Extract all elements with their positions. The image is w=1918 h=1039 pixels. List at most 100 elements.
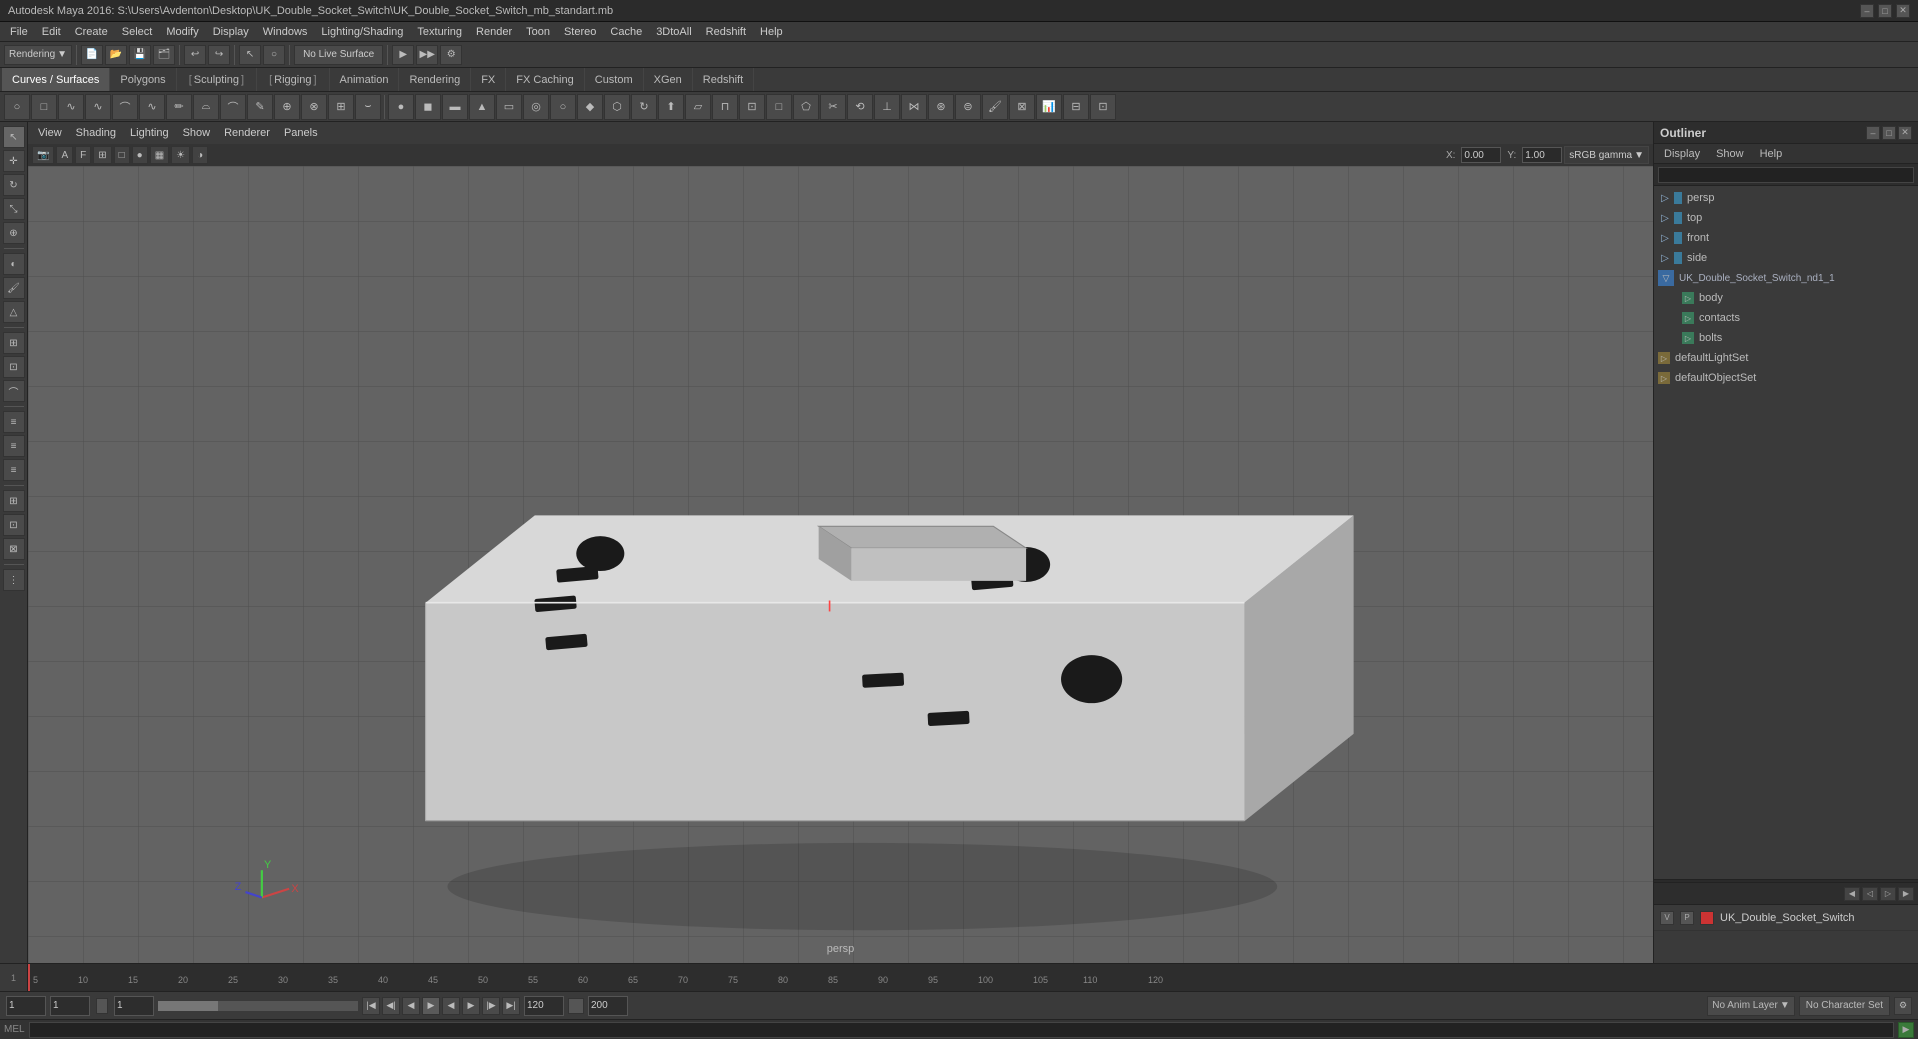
pb-prev-key[interactable]: ◀| [382, 997, 400, 1015]
soft-select[interactable]: ◐ [3, 253, 25, 275]
anim-layer[interactable]: ≡ [3, 459, 25, 481]
nurbs-torus-icon[interactable]: ◎ [523, 94, 549, 120]
node-p-btn[interactable]: P [1680, 911, 1694, 925]
trim-icon[interactable]: ✂ [820, 94, 846, 120]
tab-redshift[interactable]: Redshift [693, 68, 754, 91]
pb-jump-end[interactable]: ▶| [502, 997, 520, 1015]
vp-menu-show[interactable]: Show [177, 125, 217, 141]
select-tool-btn[interactable]: ↖ [239, 45, 261, 65]
tab-animation[interactable]: Animation [330, 68, 400, 91]
outliner-menu-display[interactable]: Display [1658, 146, 1706, 162]
outliner-search-input[interactable] [1658, 167, 1914, 183]
vp-menu-renderer[interactable]: Renderer [218, 125, 276, 141]
pb-play-bwd[interactable]: ◀ [442, 997, 460, 1015]
ep-curve-icon[interactable]: ∿ [58, 94, 84, 120]
universal-tool[interactable]: ⊕ [3, 222, 25, 244]
options3[interactable]: ⊠ [3, 538, 25, 560]
frame-current-input[interactable] [50, 996, 90, 1016]
nurbs-cone-icon[interactable]: ▲ [469, 94, 495, 120]
options2[interactable]: ⊡ [3, 514, 25, 536]
options1[interactable]: ⊞ [3, 490, 25, 512]
tab-rigging[interactable]: [ Rigging ] [257, 68, 329, 91]
curve-fillet-icon[interactable]: ⌣ [355, 94, 381, 120]
save-scene-as-btn[interactable]: 🗂 [153, 45, 175, 65]
chart-icon[interactable]: 📊 [1036, 94, 1062, 120]
undo-btn[interactable]: ↩ [184, 45, 206, 65]
loft-icon[interactable]: ⬡ [604, 94, 630, 120]
tree-item-uk-group[interactable]: ▽ UK_Double_Socket_Switch_nd1_1 [1654, 268, 1918, 288]
preferences-btn[interactable]: ⚙ [1894, 997, 1912, 1015]
tree-item-persp[interactable]: ▷ persp [1654, 188, 1918, 208]
render-options-btn[interactable]: ⚙ [440, 45, 462, 65]
offset-icon[interactable]: ⊡ [1090, 94, 1116, 120]
move-tool[interactable]: ✛ [3, 150, 25, 172]
untrim-icon[interactable]: ⟲ [847, 94, 873, 120]
tab-polygons[interactable]: Polygons [110, 68, 176, 91]
tab-custom[interactable]: Custom [585, 68, 644, 91]
outliner-menu-help[interactable]: Help [1754, 146, 1789, 162]
nurbs-sphere-icon[interactable]: ● [388, 94, 414, 120]
arc-icon[interactable]: ⌒ [112, 94, 138, 120]
menu-stereo[interactable]: Stereo [558, 24, 602, 40]
menu-3dtoall[interactable]: 3DtoAll [650, 24, 697, 40]
pencil-icon[interactable]: ✏ [166, 94, 192, 120]
sketch-icon[interactable]: ✎ [247, 94, 273, 120]
vp-menu-panels[interactable]: Panels [278, 125, 324, 141]
bezier-icon[interactable]: ∿ [139, 94, 165, 120]
viewport-3d[interactable]: X Y Z persp [28, 166, 1653, 963]
tree-item-bolts[interactable]: ▷ bolts [1654, 328, 1918, 348]
pb-play-fwd[interactable]: ▶ [422, 997, 440, 1015]
extrude-icon[interactable]: ⬆ [658, 94, 684, 120]
nurbs-cylinder-icon[interactable]: ▬ [442, 94, 468, 120]
tab-curves-surfaces[interactable]: Curves / Surfaces [2, 68, 110, 91]
tree-item-light-set[interactable]: ▷ defaultLightSet [1654, 348, 1918, 368]
tab-sculpting[interactable]: [ Sculpting ] [177, 68, 257, 91]
vp-y-input[interactable] [1522, 147, 1562, 163]
pb-jump-start[interactable]: |◀ [362, 997, 380, 1015]
render-seq-btn[interactable]: ▶▶ [416, 45, 438, 65]
frame-total-input[interactable] [588, 996, 628, 1016]
project-icon[interactable]: ⊥ [874, 94, 900, 120]
bevel-icon[interactable]: ⬠ [793, 94, 819, 120]
planar-icon[interactable]: ▱ [685, 94, 711, 120]
tree-item-body[interactable]: ▷ body [1654, 288, 1918, 308]
menu-toon[interactable]: Toon [520, 24, 556, 40]
rotate-tool[interactable]: ↻ [3, 174, 25, 196]
tree-item-object-set[interactable]: ▷ defaultObjectSet [1654, 368, 1918, 388]
nurbs-square-icon[interactable]: □ [31, 94, 57, 120]
snap-grid[interactable]: ⊞ [3, 332, 25, 354]
boundary-icon[interactable]: ⊡ [739, 94, 765, 120]
global-stitch-icon[interactable]: ⊜ [955, 94, 981, 120]
revolve-icon[interactable]: ↻ [631, 94, 657, 120]
menu-edit[interactable]: Edit [36, 24, 67, 40]
outliner-close[interactable]: ✕ [1898, 126, 1912, 140]
menu-help[interactable]: Help [754, 24, 789, 40]
render-layer[interactable]: ≡ [3, 435, 25, 457]
save-scene-btn[interactable]: 💾 [129, 45, 151, 65]
tree-item-front[interactable]: ▷ front [1654, 228, 1918, 248]
frame-end-input[interactable] [524, 996, 564, 1016]
viewport-area[interactable]: View Shading Lighting Show Renderer Pane… [28, 122, 1653, 963]
menu-display[interactable]: Display [207, 24, 255, 40]
ob-btn-3[interactable]: ▷ [1880, 887, 1896, 901]
cv-curve-icon[interactable]: ∿ [85, 94, 111, 120]
mel-input[interactable] [29, 1022, 1894, 1038]
nurbs-plane-icon[interactable]: ▭ [496, 94, 522, 120]
menu-render[interactable]: Render [470, 24, 518, 40]
rendering-dropdown[interactable]: Rendering ▼ [4, 45, 72, 65]
birail-icon[interactable]: ⊓ [712, 94, 738, 120]
nurbs-cube-icon[interactable]: ◼ [415, 94, 441, 120]
menu-modify[interactable]: Modify [160, 24, 204, 40]
bottom-opt[interactable]: ⋮ [3, 569, 25, 591]
vp-smooth[interactable]: ● [132, 146, 148, 164]
node-v-btn[interactable]: V [1660, 911, 1674, 925]
pb-next-frame[interactable]: ▶ [462, 997, 480, 1015]
menu-windows[interactable]: Windows [257, 24, 314, 40]
timeline-numbers[interactable]: 5 10 15 20 25 30 35 40 45 50 55 60 65 70… [28, 964, 1918, 991]
scale-tool[interactable]: ⤡ [3, 198, 25, 220]
two-point-arc-icon[interactable]: ⌒ [220, 94, 246, 120]
snap-curve[interactable]: ⌒ [3, 380, 25, 402]
intersect-icon[interactable]: ⋈ [901, 94, 927, 120]
nurbs-circle-icon[interactable]: ○ [4, 94, 30, 120]
sculpt-icon[interactable]: 🖌 [982, 94, 1008, 120]
